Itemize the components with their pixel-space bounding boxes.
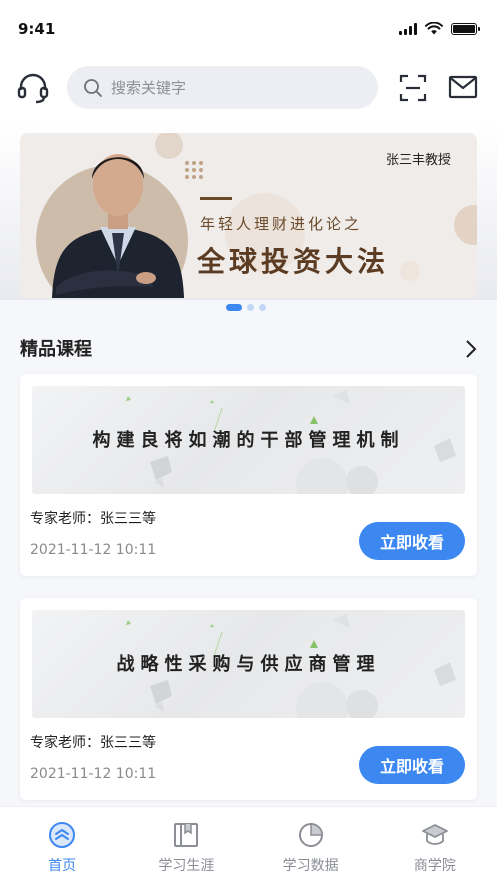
banner-dots-decor bbox=[185, 161, 203, 179]
watch-now-button[interactable]: 立即收看 bbox=[359, 746, 465, 784]
carousel-indicator bbox=[226, 304, 266, 311]
battery-icon bbox=[451, 22, 480, 35]
status-bar: 9:41 bbox=[0, 0, 497, 56]
tab-business-school[interactable]: 商学院 bbox=[373, 807, 497, 883]
carousel-dot[interactable] bbox=[247, 304, 254, 311]
headset-icon[interactable] bbox=[16, 72, 50, 104]
header: 搜索关键字 bbox=[0, 64, 497, 112]
professor-portrait bbox=[52, 154, 184, 298]
mail-icon[interactable] bbox=[448, 74, 478, 100]
carousel-dot[interactable] bbox=[259, 304, 266, 311]
course-card[interactable]: 战略性采购与供应商管理 专家老师：张三三等 2021-11-12 10:11 立… bbox=[20, 598, 477, 800]
course-teacher: 专家老师：张三三等 bbox=[30, 511, 156, 527]
course-teacher: 专家老师：张三三等 bbox=[30, 735, 156, 751]
banner-title: 全球投资大法 bbox=[197, 245, 390, 278]
search-icon bbox=[84, 78, 102, 97]
scan-icon[interactable] bbox=[398, 73, 428, 103]
banner-subtitle: 年轻人理财进化论之 bbox=[200, 215, 363, 233]
search-input[interactable]: 搜索关键字 bbox=[67, 66, 378, 109]
bottom-tab-bar: 首页 学习生涯 学习数据 商学院 bbox=[0, 806, 497, 883]
search-placeholder: 搜索关键字 bbox=[111, 79, 187, 97]
promo-banner[interactable]: 张三丰教授 年轻人理财进化论之 全球投资大法 bbox=[20, 133, 477, 298]
chevron-right-icon[interactable] bbox=[462, 338, 480, 360]
banner-decor-circle bbox=[454, 205, 477, 245]
status-time: 9:41 bbox=[18, 20, 56, 38]
professor-name: 张三丰教授 bbox=[385, 153, 451, 168]
tab-home[interactable]: 首页 bbox=[0, 807, 124, 883]
course-cover[interactable]: 构建良将如潮的干部管理机制 bbox=[32, 386, 465, 494]
course-date: 2021-11-12 10:11 bbox=[30, 542, 157, 558]
section-title: 精品课程 bbox=[20, 339, 92, 360]
tab-learning-data[interactable]: 学习数据 bbox=[249, 807, 373, 883]
banner-decor-circle bbox=[400, 261, 420, 281]
carousel-dot-active[interactable] bbox=[226, 304, 242, 311]
home-icon bbox=[49, 822, 76, 848]
tab-label: 商学院 bbox=[413, 858, 456, 874]
tab-learning-career[interactable]: 学习生涯 bbox=[124, 807, 248, 883]
graduation-cap-icon bbox=[421, 824, 448, 845]
watch-now-button[interactable]: 立即收看 bbox=[359, 522, 465, 560]
status-icons bbox=[399, 22, 480, 35]
wifi-icon bbox=[425, 22, 443, 35]
pie-chart-icon bbox=[298, 823, 323, 847]
tab-label: 学习数据 bbox=[282, 858, 339, 874]
course-date: 2021-11-12 10:11 bbox=[30, 766, 157, 782]
course-card[interactable]: 构建良将如潮的干部管理机制 专家老师：张三三等 2021-11-12 10:11… bbox=[20, 374, 477, 576]
cellular-signal-icon bbox=[399, 22, 417, 35]
book-icon bbox=[174, 823, 199, 847]
course-cover-title: 战略性采购与供应商管理 bbox=[116, 654, 381, 675]
banner-dash bbox=[200, 197, 232, 200]
course-cover[interactable]: 战略性采购与供应商管理 bbox=[32, 610, 465, 718]
tab-label: 学习生涯 bbox=[158, 858, 215, 874]
tab-label: 首页 bbox=[48, 858, 77, 874]
course-cover-title: 构建良将如潮的干部管理机制 bbox=[92, 430, 405, 451]
